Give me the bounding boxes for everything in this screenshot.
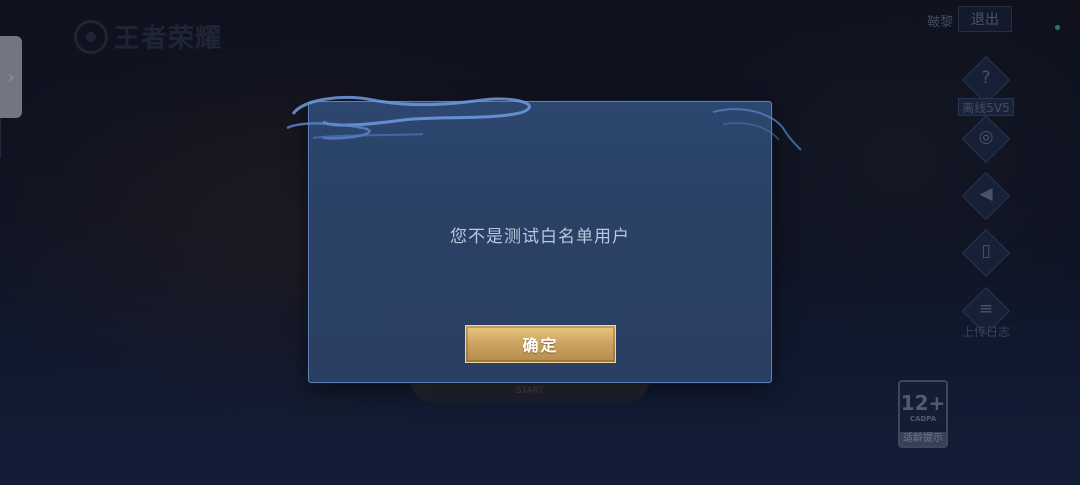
game-screen: › 王者荣耀 鞁黎 退出 ? 离线5V5 ◎ ◀ ▯ ≡ 上传日志 12+ CA…: [0, 0, 1080, 485]
confirm-button[interactable]: 确定: [465, 325, 616, 363]
whitelist-dialog: 您不是测试白名单用户 确定: [286, 96, 802, 383]
dialog-cloud-ornament: [286, 96, 802, 151]
dialog-message: 您不是测试白名单用户: [450, 227, 630, 247]
